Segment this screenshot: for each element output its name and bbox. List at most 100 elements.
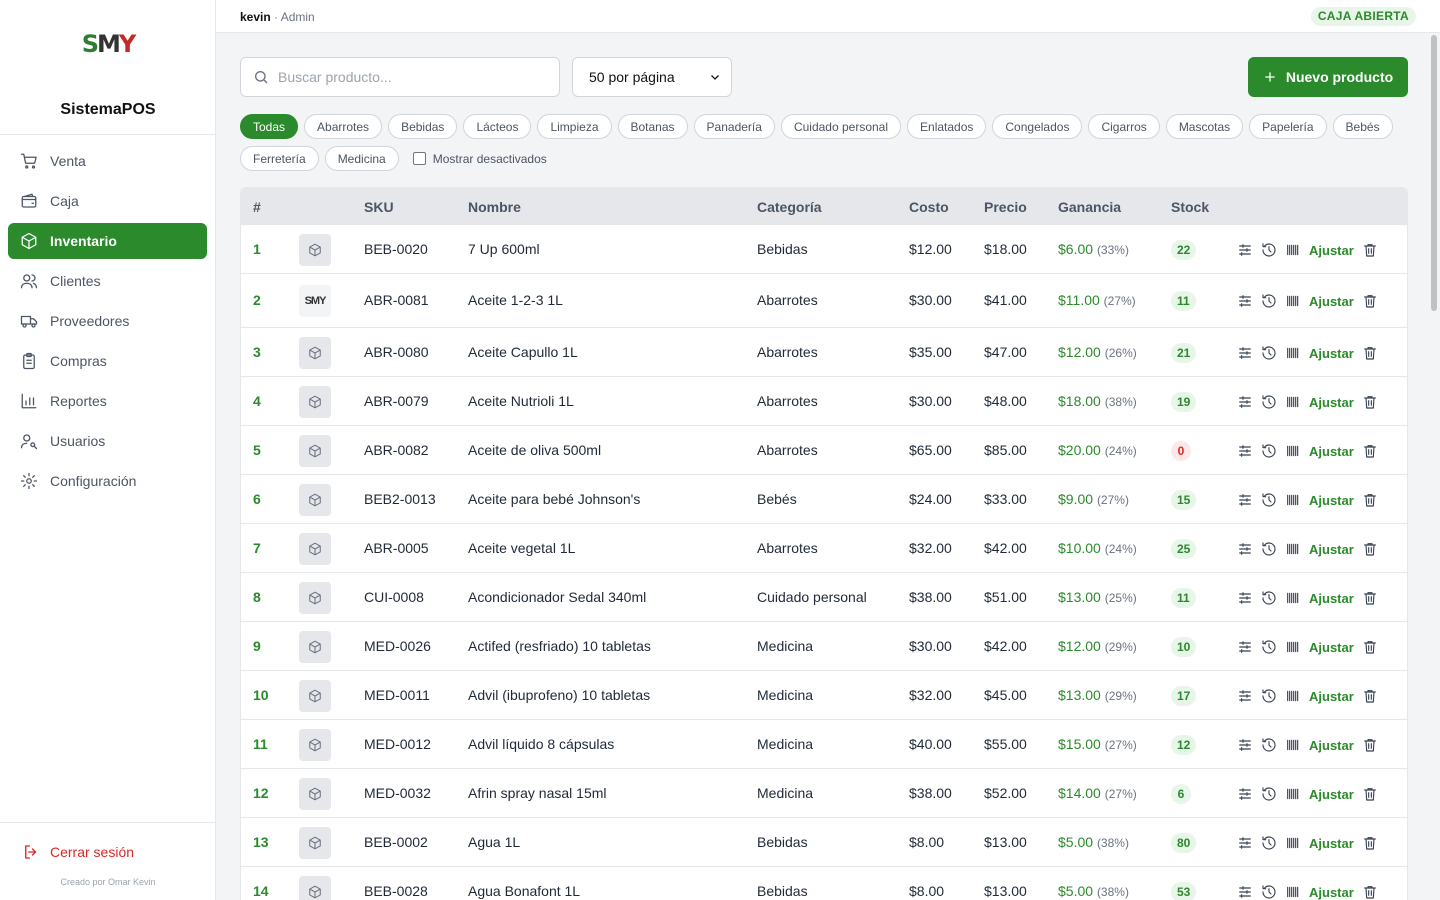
sidebar-item-venta[interactable]: Venta	[8, 143, 207, 179]
category-chip[interactable]: Papelería	[1249, 114, 1327, 139]
sidebar-item-inventario[interactable]: Inventario	[8, 223, 207, 259]
adjust-button[interactable]: Ajustar	[1309, 542, 1354, 557]
history-icon[interactable]	[1261, 541, 1277, 557]
barcode-icon[interactable]	[1285, 688, 1301, 704]
sliders-icon[interactable]	[1237, 293, 1253, 309]
barcode-icon[interactable]	[1285, 443, 1301, 459]
sliders-icon[interactable]	[1237, 242, 1253, 258]
category-chip[interactable]: Cigarros	[1088, 114, 1160, 139]
sliders-icon[interactable]	[1237, 786, 1253, 802]
trash-icon[interactable]	[1362, 590, 1378, 606]
adjust-button[interactable]: Ajustar	[1309, 885, 1354, 900]
page-scrollbar[interactable]	[1428, 33, 1440, 900]
sliders-icon[interactable]	[1237, 737, 1253, 753]
category-chip[interactable]: Cuidado personal	[780, 114, 902, 139]
trash-icon[interactable]	[1362, 688, 1378, 704]
history-icon[interactable]	[1261, 688, 1277, 704]
barcode-icon[interactable]	[1285, 492, 1301, 508]
sliders-icon[interactable]	[1237, 345, 1253, 361]
logout-button[interactable]: Cerrar sesión	[22, 843, 134, 861]
per-page-select[interactable]: 50 por página	[572, 57, 732, 97]
sidebar-item-usuarios[interactable]: Usuarios	[8, 423, 207, 459]
sidebar-item-caja[interactable]: Caja	[8, 183, 207, 219]
sliders-icon[interactable]	[1237, 443, 1253, 459]
new-product-button[interactable]: Nuevo producto	[1248, 57, 1408, 97]
trash-icon[interactable]	[1362, 345, 1378, 361]
adjust-button[interactable]: Ajustar	[1309, 787, 1354, 802]
sidebar-item-reportes[interactable]: Reportes	[8, 383, 207, 419]
show-disabled-toggle[interactable]: Mostrar desactivados	[412, 146, 547, 171]
history-icon[interactable]	[1261, 394, 1277, 410]
sliders-icon[interactable]	[1237, 541, 1253, 557]
barcode-icon[interactable]	[1285, 541, 1301, 557]
trash-icon[interactable]	[1362, 786, 1378, 802]
history-icon[interactable]	[1261, 242, 1277, 258]
history-icon[interactable]	[1261, 884, 1277, 900]
adjust-button[interactable]: Ajustar	[1309, 738, 1354, 753]
barcode-icon[interactable]	[1285, 639, 1301, 655]
barcode-icon[interactable]	[1285, 835, 1301, 851]
history-icon[interactable]	[1261, 786, 1277, 802]
trash-icon[interactable]	[1362, 835, 1378, 851]
trash-icon[interactable]	[1362, 492, 1378, 508]
adjust-button[interactable]: Ajustar	[1309, 640, 1354, 655]
category-chip[interactable]: Todas	[240, 114, 299, 139]
barcode-icon[interactable]	[1285, 737, 1301, 753]
adjust-button[interactable]: Ajustar	[1309, 395, 1354, 410]
history-icon[interactable]	[1261, 492, 1277, 508]
trash-icon[interactable]	[1362, 394, 1378, 410]
barcode-icon[interactable]	[1285, 293, 1301, 309]
search-input[interactable]	[278, 69, 548, 85]
trash-icon[interactable]	[1362, 443, 1378, 459]
sliders-icon[interactable]	[1237, 394, 1253, 410]
adjust-button[interactable]: Ajustar	[1309, 493, 1354, 508]
history-icon[interactable]	[1261, 835, 1277, 851]
category-chip[interactable]: Congelados	[992, 114, 1083, 139]
history-icon[interactable]	[1261, 293, 1277, 309]
adjust-button[interactable]: Ajustar	[1309, 294, 1354, 309]
category-chip[interactable]: Abarrotes	[304, 114, 383, 139]
category-chip[interactable]: Panadería	[693, 114, 775, 139]
history-icon[interactable]	[1261, 443, 1277, 459]
category-chip[interactable]: Ferretería	[240, 146, 319, 171]
barcode-icon[interactable]	[1285, 590, 1301, 606]
trash-icon[interactable]	[1362, 639, 1378, 655]
category-chip[interactable]: Enlatados	[907, 114, 987, 139]
sidebar-item-proveedores[interactable]: Proveedores	[8, 303, 207, 339]
history-icon[interactable]	[1261, 737, 1277, 753]
barcode-icon[interactable]	[1285, 884, 1301, 900]
trash-icon[interactable]	[1362, 737, 1378, 753]
category-chip[interactable]: Bebidas	[388, 114, 458, 139]
sliders-icon[interactable]	[1237, 492, 1253, 508]
sidebar-item-compras[interactable]: Compras	[8, 343, 207, 379]
adjust-button[interactable]: Ajustar	[1309, 591, 1354, 606]
trash-icon[interactable]	[1362, 541, 1378, 557]
show-disabled-checkbox[interactable]	[412, 152, 426, 165]
sliders-icon[interactable]	[1237, 590, 1253, 606]
trash-icon[interactable]	[1362, 884, 1378, 900]
sliders-icon[interactable]	[1237, 688, 1253, 704]
barcode-icon[interactable]	[1285, 345, 1301, 361]
adjust-button[interactable]: Ajustar	[1309, 836, 1354, 851]
barcode-icon[interactable]	[1285, 394, 1301, 410]
trash-icon[interactable]	[1362, 242, 1378, 258]
category-chip[interactable]: Mascotas	[1165, 114, 1244, 139]
category-chip[interactable]: Limpieza	[537, 114, 612, 139]
adjust-button[interactable]: Ajustar	[1309, 346, 1354, 361]
history-icon[interactable]	[1261, 590, 1277, 606]
trash-icon[interactable]	[1362, 293, 1378, 309]
search-box[interactable]	[240, 57, 560, 97]
category-chip[interactable]: Bebés	[1332, 114, 1393, 139]
barcode-icon[interactable]	[1285, 242, 1301, 258]
adjust-button[interactable]: Ajustar	[1309, 243, 1354, 258]
sliders-icon[interactable]	[1237, 835, 1253, 851]
history-icon[interactable]	[1261, 639, 1277, 655]
adjust-button[interactable]: Ajustar	[1309, 444, 1354, 459]
sliders-icon[interactable]	[1237, 639, 1253, 655]
category-chip[interactable]: Lácteos	[463, 114, 532, 139]
category-chip[interactable]: Botanas	[617, 114, 688, 139]
barcode-icon[interactable]	[1285, 786, 1301, 802]
category-chip[interactable]: Medicina	[324, 146, 399, 171]
sidebar-item-clientes[interactable]: Clientes	[8, 263, 207, 299]
adjust-button[interactable]: Ajustar	[1309, 689, 1354, 704]
